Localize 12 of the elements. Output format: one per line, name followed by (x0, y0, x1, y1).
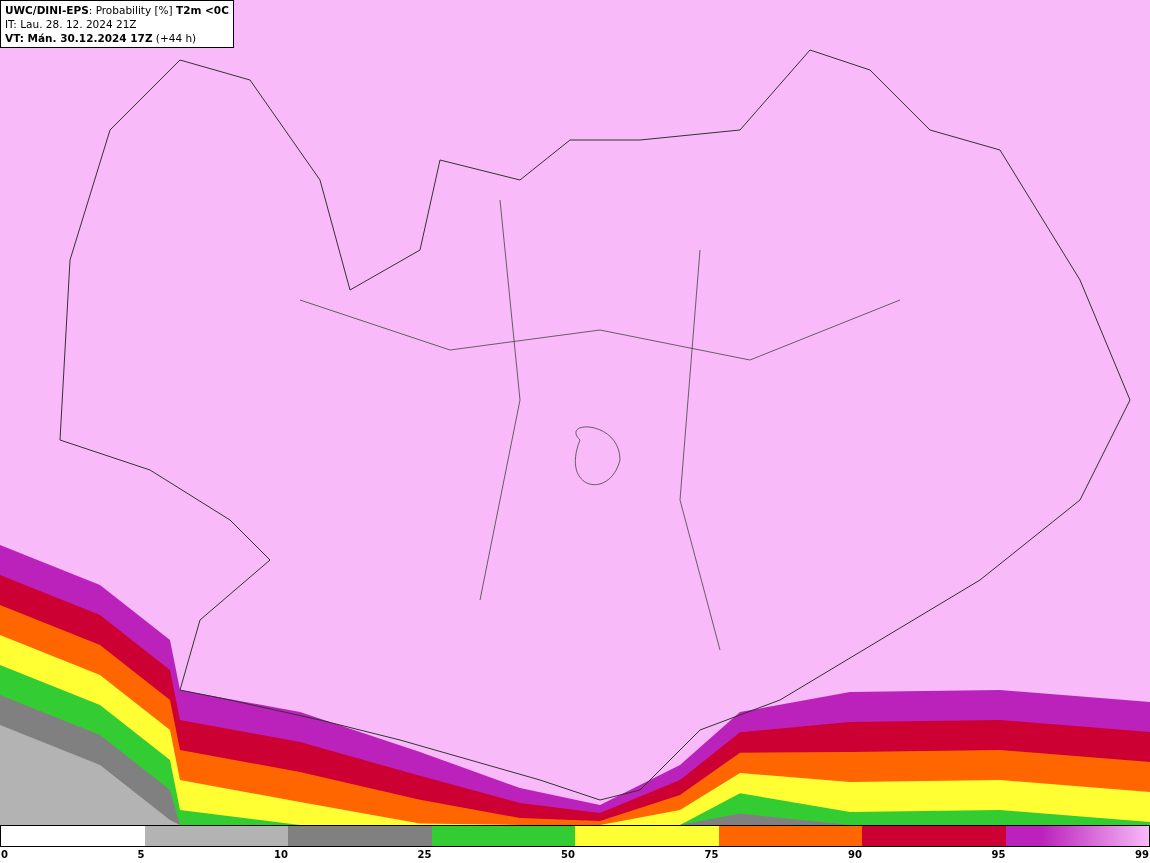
legend-label: 5 (137, 848, 145, 862)
legend-label: 10 (274, 848, 288, 862)
legend-label: 99 (1134, 848, 1149, 862)
legend-label: 95 (991, 848, 1006, 862)
map-title-line: UWC/DINI-EPS: Probability [%] T2m <0C (5, 3, 229, 17)
legend-label: 75 (704, 848, 719, 862)
legend-label: 50 (561, 848, 575, 862)
legend-label: 90 (848, 848, 862, 862)
legend-label: 25 (417, 848, 432, 862)
map-title-line: IT: Lau. 28. 12. 2024 21Z (5, 17, 138, 31)
legend-label: 0 (1, 848, 8, 862)
map-title-line: VT: Mán. 30.12.2024 17Z (+44 h) (5, 31, 198, 45)
